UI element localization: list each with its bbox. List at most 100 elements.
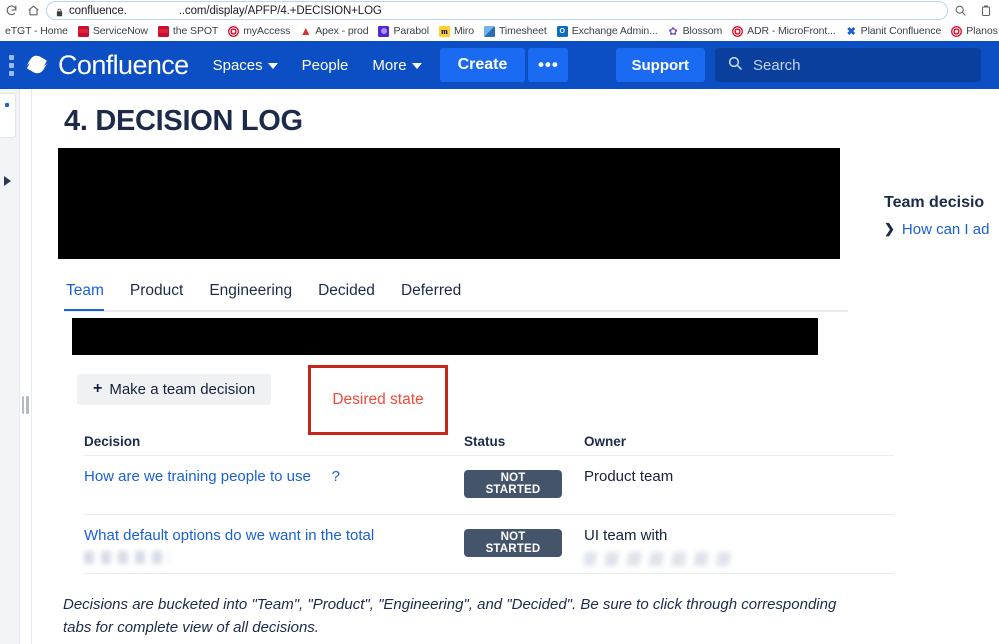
bookmark-label: myAccess	[243, 25, 291, 37]
tab-team[interactable]: Team	[64, 277, 117, 311]
servicenow-favicon-icon	[157, 25, 169, 37]
bookmark-label: the SPOT	[172, 25, 219, 37]
tab-product[interactable]: Product	[117, 277, 196, 309]
create-button[interactable]: Create	[439, 48, 526, 82]
nav-item-people[interactable]: People	[292, 48, 359, 82]
column-header-owner: Owner	[584, 433, 627, 449]
cell-owner: UI team with	[584, 527, 894, 566]
bookmark-item[interactable]: ✿ Blossom	[663, 22, 728, 40]
cell-owner: Product team	[584, 468, 894, 487]
decision-link[interactable]: What default options do we want in the t…	[84, 527, 374, 544]
chevron-right-icon[interactable]	[4, 176, 11, 186]
install-app-icon[interactable]	[980, 4, 993, 17]
decision-redacted-continuation	[84, 550, 170, 564]
lock-icon	[55, 5, 64, 17]
status-line-1: NOT	[500, 531, 526, 543]
reload-icon[interactable]	[0, 0, 22, 21]
sidebar-resize-handle[interactable]	[19, 395, 31, 414]
bookmark-item[interactable]: myAccess	[223, 22, 295, 40]
url-host: confluence.	[69, 4, 127, 17]
bookmark-item[interactable]: Parabol	[373, 22, 434, 40]
bookmark-item[interactable]: ✖ Planit Confluence	[841, 22, 947, 40]
miro-favicon-icon: m	[438, 25, 450, 37]
sidebar-space-card[interactable]	[0, 93, 16, 138]
timesheet-favicon-icon	[483, 25, 495, 37]
confluence-logo[interactable]: Confluence	[24, 50, 189, 81]
outlook-favicon-icon: O	[556, 25, 568, 37]
servicenow-favicon-icon	[77, 25, 89, 37]
nav-item-label: More	[372, 56, 407, 74]
triangle-favicon-icon: ▲	[300, 25, 312, 37]
decision-suffix: ?	[331, 468, 340, 485]
decision-text: What default options do we want in the t…	[84, 527, 375, 544]
nav-item-more[interactable]: More	[362, 48, 431, 82]
target-favicon-icon	[228, 25, 240, 37]
bookmark-item[interactable]: ADR - MicroFront...	[727, 22, 841, 40]
bookmark-item[interactable]: the SPOT	[153, 22, 223, 40]
right-side-panel: Team decisio ❯ How can I ad	[884, 194, 999, 238]
bookmark-label: ServiceNow	[92, 25, 148, 37]
chevron-down-icon	[411, 63, 422, 69]
decision-link[interactable]: How are we training people to use ?	[84, 468, 340, 485]
cell-status: NOT STARTED	[464, 527, 584, 558]
parabol-favicon-icon	[378, 25, 390, 37]
address-bar[interactable]: confluence. ..com/display/APFP/4.+DECISIO…	[46, 1, 948, 20]
column-header-status: Status	[464, 433, 506, 449]
status-line-2: STARTED	[485, 543, 541, 556]
annotation-label: Desired state	[332, 391, 424, 408]
collapsed-sidebar-rail	[0, 89, 20, 644]
make-a-team-decision-button[interactable]: + Make a team decision	[77, 374, 272, 405]
cell-status: NOT STARTED	[464, 468, 584, 499]
cell-decision: What default options do we want in the t…	[84, 527, 464, 564]
bookmark-label: Exchange Admin...	[571, 25, 658, 37]
url-path: ..com/display/APFP/4.+DECISION+LOG	[178, 4, 382, 17]
target-favicon-icon	[951, 25, 963, 37]
confluence-wordmark: Confluence	[58, 49, 189, 80]
tab-decided[interactable]: Decided	[305, 277, 388, 309]
bookmark-label: Apex - prod	[315, 25, 369, 37]
status-line-1: NOT	[500, 472, 526, 484]
redacted-content-block	[72, 318, 818, 355]
app-switcher-icon[interactable]	[0, 41, 22, 89]
bookmarks-bar: eTGT - Home ServiceNow the SPOT myAccess…	[0, 21, 999, 41]
cell-decision: How are we training people to use ?	[84, 468, 464, 487]
bookmark-item[interactable]: m Miro	[434, 22, 479, 40]
confluence-favicon-icon: ✖	[846, 25, 856, 37]
right-panel-link[interactable]: ❯ How can I ad	[884, 221, 999, 238]
search-icon	[727, 55, 743, 76]
footer-note: Decisions are bucketed into "Team", "Pro…	[63, 596, 837, 636]
global-nav-right: Support Search	[615, 48, 999, 82]
bookmark-item[interactable]: Timesheet	[479, 22, 552, 40]
nav-item-spaces[interactable]: Spaces	[203, 48, 288, 82]
more-actions-button[interactable]: •••	[528, 48, 569, 82]
support-button[interactable]: Support	[615, 48, 705, 82]
right-panel-link-label: How can I ad	[901, 221, 990, 238]
zoom-icon[interactable]	[954, 4, 967, 17]
bookmark-label: Planos Design Do...	[966, 25, 999, 37]
bookmark-item[interactable]: eTGT - Home	[0, 22, 73, 40]
chevron-down-icon	[267, 63, 278, 69]
tab-deferred[interactable]: Deferred	[388, 277, 474, 309]
search-input[interactable]: Search	[715, 48, 981, 82]
right-panel-title: Team decisio	[884, 194, 985, 211]
target-favicon-icon	[732, 25, 744, 37]
make-decision-label: Make a team decision	[109, 381, 256, 398]
column-header-decision: Decision	[84, 433, 141, 449]
nav-item-label: People	[301, 56, 349, 74]
tab-engineering[interactable]: Engineering	[196, 277, 305, 309]
redacted-content-block	[58, 148, 840, 259]
owner-redacted-continuation	[584, 551, 732, 566]
bookmark-label: Miro	[453, 25, 474, 37]
bookmark-item[interactable]: Planos Design Do...	[946, 22, 999, 40]
bookmark-item[interactable]: ▲ Apex - prod	[295, 22, 373, 40]
home-icon[interactable]	[22, 0, 44, 21]
browser-chrome: confluence. ..com/display/APFP/4.+DECISIO…	[0, 0, 999, 41]
bookmark-item[interactable]: ServiceNow	[73, 22, 153, 40]
decision-tabs: Team Product Engineering Decided Deferre…	[64, 277, 848, 312]
owner-text: Product team	[584, 468, 674, 485]
bookmark-item[interactable]: O Exchange Admin...	[552, 22, 663, 40]
bookmark-label: Timesheet	[498, 25, 547, 37]
decision-redacted-text	[311, 468, 332, 487]
status-badge: NOT STARTED	[464, 470, 562, 499]
page-content: 4. DECISION LOG Team Product Engineering…	[32, 89, 999, 644]
